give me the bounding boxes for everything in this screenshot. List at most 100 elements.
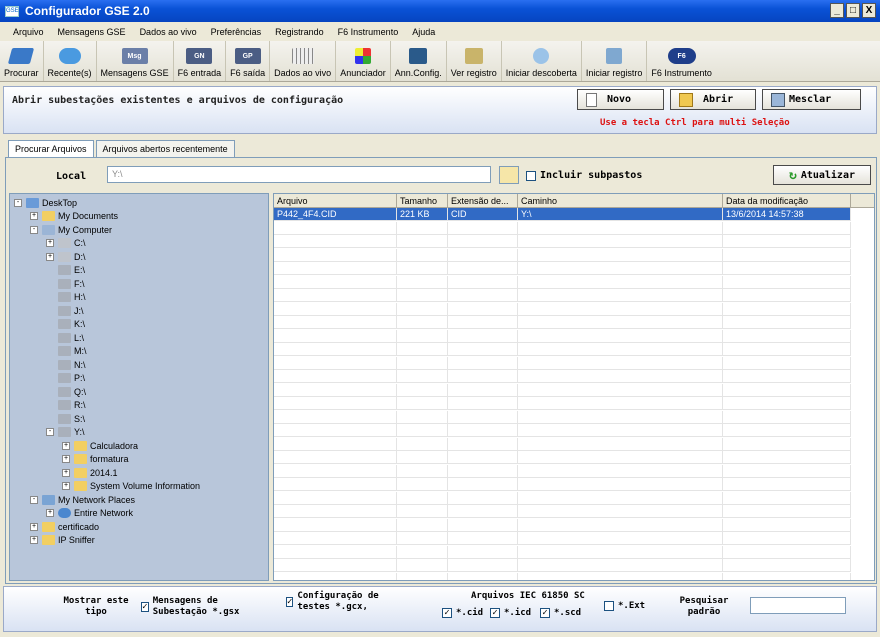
tree-item-label: P:\ — [74, 373, 86, 383]
menu-f6-instrumento[interactable]: F6 Instrumento — [338, 27, 399, 37]
gsx-checkbox[interactable]: ✓ Mensagens de Subestação *.gsx — [141, 596, 266, 618]
expand-toggle-icon[interactable]: + — [30, 522, 38, 531]
tree-item[interactable]: +2014.1 — [62, 466, 118, 479]
expand-toggle-icon[interactable]: + — [30, 212, 38, 220]
tree-item[interactable]: J:\ — [46, 304, 84, 317]
expand-toggle-icon[interactable]: + — [62, 455, 70, 463]
expand-toggle-icon[interactable]: - — [30, 225, 38, 234]
browse-folder-icon[interactable] — [499, 166, 519, 184]
expand-toggle-icon[interactable]: - — [30, 495, 38, 504]
gcx-checkbox[interactable]: ✓ Configuração de testes *.gcx, — [286, 591, 401, 613]
tree-item[interactable]: + My Documents — [30, 210, 118, 223]
tree-item[interactable]: - DeskTop — [14, 196, 77, 209]
tree-item[interactable]: - My Computer — [30, 223, 112, 236]
menu-mensagens-gse[interactable]: Mensagens GSE — [58, 27, 126, 37]
table-row[interactable]: P442_4F4.CID 221 KB CID Y:\ 13/6/2014 14… — [274, 208, 851, 221]
tree-item[interactable]: F:\ — [46, 277, 85, 290]
app-icon: GSE — [5, 5, 19, 17]
tree-item[interactable]: - Y:\ — [46, 426, 85, 439]
abrir-button[interactable]: Abrir — [670, 89, 756, 110]
toolbar-procurar-button[interactable]: Procurar — [0, 41, 44, 81]
empty-cell — [274, 478, 397, 491]
col-extensao[interactable]: Extensão de... — [448, 194, 518, 208]
toolbar-f6-saida-button[interactable]: GP F6 saída — [226, 41, 271, 81]
icd-checkbox[interactable]: ✓ *.icd — [490, 608, 531, 618]
tree-item[interactable]: S:\ — [46, 412, 85, 425]
tree-item[interactable]: + IP Sniffer — [30, 534, 95, 547]
toolbar-iniciar-descoberta-button[interactable]: Iniciar descoberta — [502, 41, 582, 81]
tree-item[interactable]: + D:\ — [46, 250, 86, 263]
desktop-icon — [26, 197, 39, 208]
close-button[interactable]: X — [862, 3, 876, 18]
toolbar-anunciador-button[interactable]: Anunciador — [336, 41, 391, 81]
expand-toggle-icon[interactable]: + — [62, 482, 70, 490]
atualizar-button[interactable]: ↻ Atualizar — [773, 165, 871, 185]
col-tamanho[interactable]: Tamanho — [397, 194, 448, 208]
search-pattern-input[interactable] — [750, 597, 846, 614]
include-subfolders-checkbox[interactable]: Incluir subpastos — [526, 170, 642, 181]
scd-checkbox[interactable]: ✓ *.scd — [540, 608, 581, 618]
tree-item[interactable]: + certificado — [30, 520, 99, 533]
empty-row — [274, 302, 851, 316]
icd-box[interactable]: ✓ — [490, 608, 500, 618]
menu-registrando[interactable]: Registrando — [275, 27, 324, 37]
ext-box[interactable] — [604, 601, 614, 611]
maximize-button[interactable]: □ — [846, 3, 860, 18]
tree-item[interactable]: H:\ — [46, 291, 86, 304]
tree-item[interactable]: Q:\ — [46, 385, 86, 398]
col-caminho[interactable]: Caminho — [518, 194, 723, 208]
expand-toggle-icon[interactable]: - — [46, 428, 54, 436]
include-subfolders-box[interactable] — [526, 170, 536, 181]
minimize-button[interactable]: _ — [830, 3, 844, 18]
gsx-box[interactable]: ✓ — [141, 602, 149, 612]
menu-ajuda[interactable]: Ajuda — [412, 27, 435, 37]
novo-button[interactable]: Novo — [577, 89, 664, 110]
col-arquivo[interactable]: Arquivo — [274, 194, 397, 208]
multi-select-hint: Use a tecla Ctrl para multi Seleção — [600, 118, 790, 128]
toolbar-ver-registro-button[interactable]: Ver registro — [447, 41, 502, 81]
expand-toggle-icon[interactable]: + — [46, 239, 54, 247]
toolbar-f6-entrada-button[interactable]: GN F6 entrada — [174, 41, 227, 81]
expand-toggle-icon[interactable]: + — [46, 509, 54, 517]
tree-item[interactable]: P:\ — [46, 372, 85, 385]
tree-item[interactable]: + C:\ — [46, 237, 86, 250]
menu-preferencias[interactable]: Preferências — [211, 27, 262, 37]
menu-dados-ao-vivo[interactable]: Dados ao vivo — [140, 27, 197, 37]
gcx-box[interactable]: ✓ — [286, 597, 294, 607]
col-data-modificacao[interactable]: Data da modificação — [723, 194, 851, 208]
toolbar-f6-instrumento-button[interactable]: F6 F6 Instrumento — [647, 41, 716, 81]
toolbar-mensagens-gse-button[interactable]: Msg Mensagens GSE — [97, 41, 174, 81]
toolbar-ann-config-button[interactable]: Ann.Config. — [391, 41, 447, 81]
expand-toggle-icon[interactable]: + — [62, 468, 70, 477]
scd-box[interactable]: ✓ — [540, 608, 550, 618]
cid-checkbox[interactable]: ✓ *.cid — [442, 608, 483, 618]
toolbar-dados-ao-vivo-button[interactable]: Dados ao vivo — [270, 41, 337, 81]
toolbar-recentes-button[interactable]: Recente(s) — [44, 41, 97, 81]
cid-box[interactable]: ✓ — [442, 608, 452, 618]
tab-procurar-arquivos[interactable]: Procurar Arquivos — [8, 140, 94, 157]
expand-toggle-icon[interactable]: + — [46, 252, 54, 261]
tree-item[interactable]: + formatura — [62, 453, 129, 466]
tree-item[interactable]: + System Volume Information — [62, 480, 200, 493]
menu-arquivo[interactable]: Arquivo — [13, 27, 44, 37]
toolbar-iniciar-registro-button[interactable]: Iniciar registro — [582, 41, 648, 81]
tree-item[interactable]: L:\ — [46, 331, 84, 344]
empty-cell — [723, 370, 851, 383]
tree-item[interactable]: + Entire Network — [46, 507, 133, 520]
tree-item[interactable]: + Calculadora — [62, 439, 138, 452]
tree-item[interactable]: R:\ — [46, 399, 86, 412]
tree-item-label: N:\ — [74, 359, 86, 370]
tree-item[interactable]: M:\ — [46, 345, 87, 358]
local-path-input[interactable]: Y:\ — [107, 166, 491, 183]
mesclar-button[interactable]: Mesclar — [762, 89, 861, 110]
ext-checkbox[interactable]: *.Ext — [604, 601, 645, 611]
tree-item[interactable]: E:\ — [46, 264, 85, 277]
expand-toggle-icon[interactable]: - — [14, 198, 22, 207]
tree-item[interactable]: K:\ — [46, 318, 85, 331]
tree-item[interactable]: N:\ — [46, 358, 86, 371]
tab-arquivos-recentes[interactable]: Arquivos abertos recentemente — [95, 140, 235, 157]
expand-toggle-icon[interactable]: + — [30, 536, 38, 544]
expand-toggle-icon[interactable]: + — [62, 441, 70, 450]
tree-item[interactable]: - My Network Places — [30, 493, 135, 506]
empty-row — [274, 329, 851, 343]
